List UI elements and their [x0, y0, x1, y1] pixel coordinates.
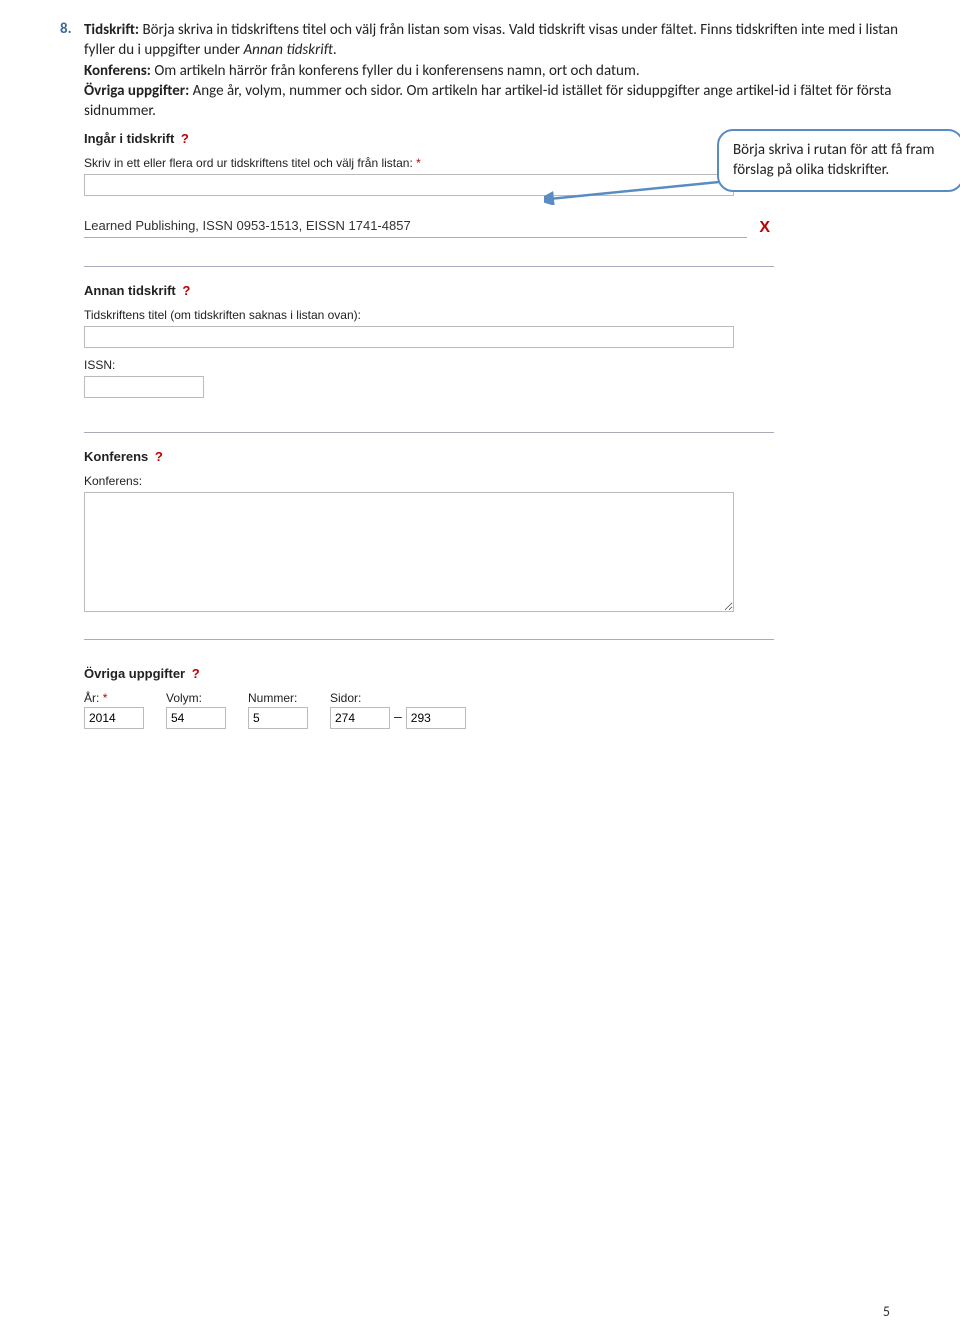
para-text: Börja skriva in tidskriftens titel och v…: [84, 21, 898, 59]
list-text: Tidskrift: Börja skriva in tidskriftens …: [84, 20, 900, 121]
ovriga-label: Övriga uppgifter:: [84, 82, 189, 100]
para-text: Om artikeln härrör från konferens fyller…: [151, 62, 640, 80]
konferens-heading-text: Konferens: [84, 449, 148, 464]
konferens-label: Konferens:: [84, 62, 151, 80]
help-icon[interactable]: ?: [192, 666, 200, 681]
tidskrift-label: Tidskrift:: [84, 21, 139, 39]
required-star: *: [103, 691, 108, 705]
nummer-label: Nummer:: [248, 691, 308, 705]
sidor-dash: –: [390, 708, 406, 728]
help-icon[interactable]: ?: [182, 283, 190, 298]
annan-heading-text: Annan tidskrift: [84, 283, 176, 298]
selected-journal-text: Learned Publishing, ISSN 0953-1513, EISS…: [84, 218, 747, 238]
page-number: 5: [883, 1303, 890, 1320]
sidor-label: Sidor:: [330, 691, 466, 705]
ingar-heading-text: Ingår i tidskrift: [84, 131, 174, 146]
form-screenshot: Börja skriva i rutan för att få fram för…: [84, 131, 774, 729]
remove-journal-icon[interactable]: X: [755, 219, 774, 237]
ovriga-heading: Övriga uppgifter ?: [84, 666, 774, 681]
ar-label: År: *: [84, 691, 144, 705]
volym-input[interactable]: [166, 707, 226, 729]
para-text: Ange år, volym, nummer och sidor. Om art…: [84, 82, 891, 120]
help-icon[interactable]: ?: [181, 131, 189, 146]
konferens-sublabel: Konferens:: [84, 474, 774, 488]
list-number: 8.: [60, 20, 84, 38]
required-star: *: [416, 156, 421, 170]
issn-label: ISSN:: [84, 358, 774, 372]
ingar-heading: Ingår i tidskrift ?: [84, 131, 774, 146]
ingar-sublabel-text: Skriv in ett eller flera ord ur tidskrif…: [84, 156, 413, 170]
ar-input[interactable]: [84, 707, 144, 729]
para-text: .: [333, 41, 337, 59]
konferens-textarea[interactable]: [84, 492, 734, 612]
annan-heading: Annan tidskrift ?: [84, 283, 774, 298]
ingar-sublabel: Skriv in ett eller flera ord ur tidskrif…: [84, 156, 774, 170]
annan-title-label: Tidskriftens titel (om tidskriften sakna…: [84, 308, 774, 322]
callout-bubble: Börja skriva i rutan för att få fram för…: [717, 129, 960, 192]
annan-italic: Annan tidskrift: [243, 41, 332, 59]
nummer-input[interactable]: [248, 707, 308, 729]
volym-label: Volym:: [166, 691, 226, 705]
annan-title-input[interactable]: [84, 326, 734, 348]
sidor-from-input[interactable]: [330, 707, 390, 729]
sidor-to-input[interactable]: [406, 707, 466, 729]
ovriga-heading-text: Övriga uppgifter: [84, 666, 185, 681]
issn-input[interactable]: [84, 376, 204, 398]
konferens-heading: Konferens ?: [84, 449, 774, 464]
help-icon[interactable]: ?: [155, 449, 163, 464]
